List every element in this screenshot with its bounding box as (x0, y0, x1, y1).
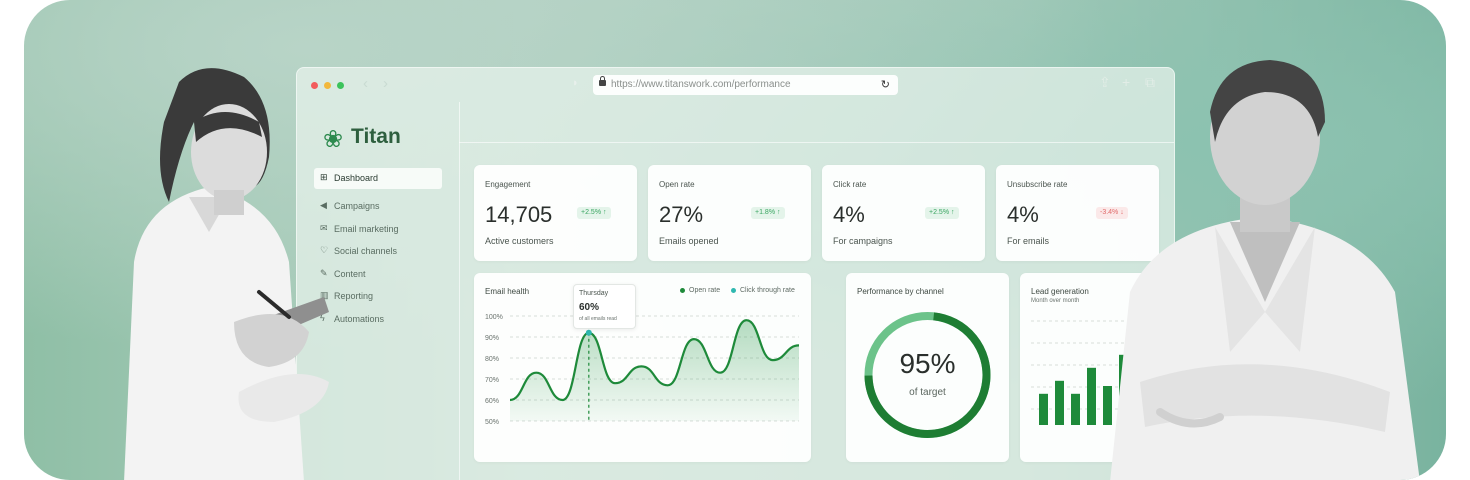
sidebar-item-label: Campaigns (334, 201, 380, 211)
content-header (459, 102, 1174, 143)
tooltip-caption: of all emails read (579, 316, 617, 322)
tooltip-day: Thursday (579, 290, 609, 297)
sidebar-item-label: Automations (334, 314, 385, 324)
stat-value: 4% (1007, 202, 1039, 227)
stat-caption: Active customers (485, 236, 554, 246)
y-tick-label: 60% (485, 398, 499, 405)
chart-tooltip: Thursday 60% of all emails read (573, 284, 636, 329)
stat-label: Open rate (659, 180, 695, 189)
stat-value: 4% (833, 202, 865, 227)
sidebar-item-label: Social channels (334, 246, 398, 256)
sidebar-item-label: Reporting (334, 291, 374, 301)
browser-window: ‹ › ◗ https://www.titanswork.com/perform… (296, 67, 1175, 480)
stat-card-engagement[interactable]: Engagement 14,705 +2.5% ↑ Active custome… (474, 165, 637, 261)
maximize-dot[interactable] (337, 82, 344, 89)
stat-caption: Emails opened (659, 236, 719, 246)
shield-icon[interactable]: ◗ (572, 77, 579, 89)
y-tick-label: 80% (485, 356, 499, 363)
lead-bar (1039, 393, 1048, 425)
sidebar-item-label: Dashboard (334, 173, 379, 183)
gauge-value: 95% (899, 348, 956, 379)
email-health-chart[interactable]: 100% 90% 80% 70% 60% 50% (474, 273, 811, 462)
sidebar-item-label: Content (334, 269, 366, 279)
stat-value: 14,705 (485, 202, 553, 227)
address-bar[interactable]: https://www.titanswork.com/performance ↻ (593, 75, 898, 95)
y-tick-label: 70% (485, 377, 499, 384)
browser-toolbar: ‹ › ◗ https://www.titanswork.com/perform… (297, 68, 1174, 102)
stat-value: 27% (659, 202, 704, 227)
hover-point (585, 329, 592, 336)
stat-label: Engagement (485, 180, 531, 189)
stat-label: Unsubscribe rate (1007, 180, 1068, 189)
email-health-card[interactable]: Email health Open rate Click through rat… (474, 273, 811, 462)
lead-bar (1055, 380, 1064, 425)
stat-card-click-rate[interactable]: Click rate 4% +2.5% ↑ For campaigns (822, 165, 985, 261)
y-tick-label: 100% (485, 314, 503, 321)
sidebar-item-label: Email marketing (334, 224, 399, 234)
performance-card[interactable]: Performance by channel 95% of target (846, 273, 1009, 462)
hero-banner: ‹ › ◗ https://www.titanswork.com/perform… (24, 0, 1446, 480)
stat-caption: For emails (1007, 236, 1050, 246)
y-tick-label: 50% (485, 419, 499, 426)
tooltip-value: 60% (579, 302, 600, 313)
stat-card-open-rate[interactable]: Open rate 27% +1.8% ↑ Emails opened (648, 165, 811, 261)
stat-caption: For campaigns (833, 236, 893, 246)
trend-badge: +2.5% ↑ (925, 207, 959, 219)
man-photo (1110, 60, 1420, 480)
stat-label: Click rate (833, 180, 867, 189)
trend-badge: +2.5% ↑ (577, 207, 611, 219)
lock-icon (599, 76, 606, 86)
lead-bar (1087, 367, 1096, 425)
open-rate-area (510, 320, 799, 421)
trend-badge: +1.8% ↑ (751, 207, 785, 219)
y-tick-label: 90% (485, 335, 499, 342)
woman-photo (124, 68, 329, 480)
reload-icon[interactable]: ↻ (881, 78, 890, 91)
forward-arrow-icon[interactable]: › (383, 75, 388, 92)
gauge-caption: of target (909, 387, 946, 398)
brand-name: Titan (351, 125, 401, 148)
back-arrow-icon[interactable]: ‹ (363, 75, 368, 92)
url-text: https://www.titanswork.com/performance (611, 79, 791, 90)
lead-bar (1071, 393, 1080, 425)
